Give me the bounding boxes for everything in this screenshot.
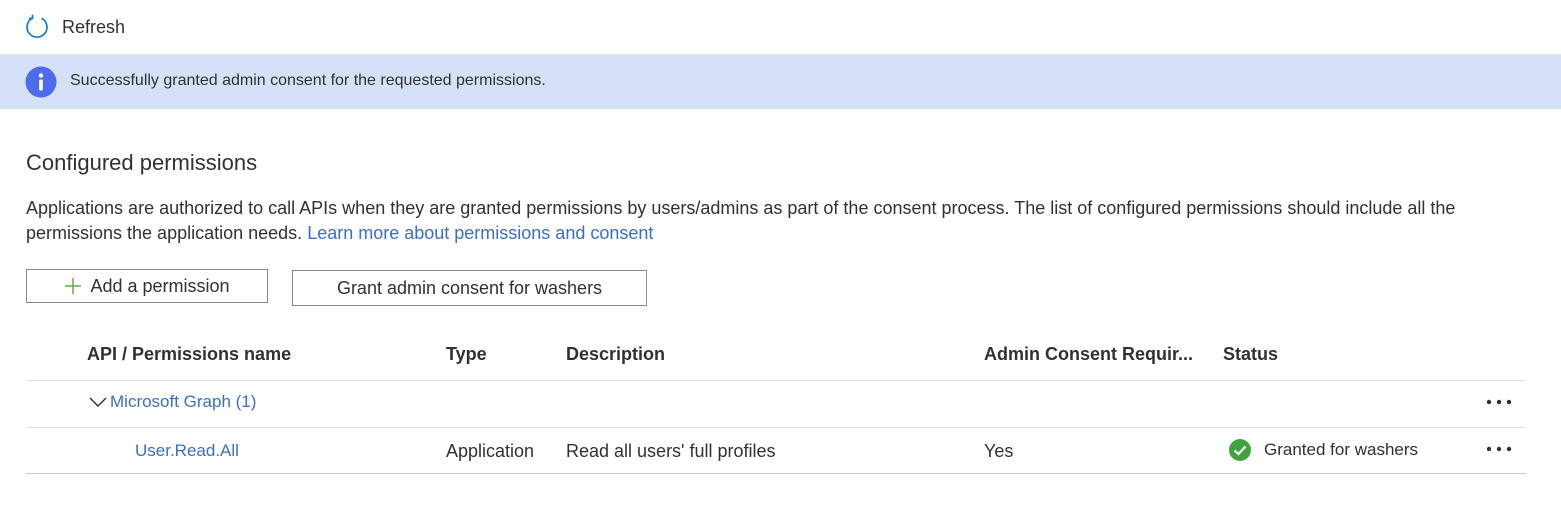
- refresh-label: Refresh: [62, 16, 126, 37]
- refresh-icon: [26, 14, 48, 38]
- column-header-description[interactable]: Description: [566, 344, 665, 365]
- permission-type: Application: [446, 441, 535, 461]
- permission-description: Read all users' full profiles: [566, 441, 776, 461]
- header-divider: [26, 380, 1526, 381]
- row-divider: [26, 427, 1526, 428]
- column-header-type[interactable]: Type: [446, 344, 487, 365]
- add-permission-button[interactable]: Add a permission: [26, 269, 268, 303]
- section-title: Configured permissions: [26, 150, 258, 175]
- group-label: Microsoft Graph (1): [110, 392, 257, 411]
- learn-more-link[interactable]: Learn more about permissions and consent: [307, 223, 653, 243]
- grant-admin-consent-button[interactable]: Grant admin consent for washers: [292, 270, 647, 306]
- banner-message: Successfully granted admin consent for t…: [70, 72, 546, 89]
- refresh-button[interactable]: Refresh: [24, 13, 125, 41]
- column-header-name[interactable]: API / Permissions name: [87, 344, 291, 365]
- admin-consent-required: Yes: [984, 441, 1014, 461]
- column-header-admin-consent[interactable]: Admin Consent Requir...: [984, 344, 1193, 365]
- description-text: Applications are authorized to call APIs…: [26, 198, 1456, 243]
- info-icon: [25, 66, 57, 98]
- status-badge: Granted for washers: [1228, 438, 1418, 462]
- column-header-status[interactable]: Status: [1223, 344, 1278, 365]
- section-description: Applications are authorized to call APIs…: [26, 196, 1526, 246]
- add-permission-label: Add a permission: [90, 275, 230, 296]
- more-options-icon[interactable]: [1484, 439, 1514, 459]
- chevron-down-icon: [89, 397, 107, 407]
- permission-name-link[interactable]: User.Read.All: [135, 441, 239, 461]
- table-bottom-divider: [26, 473, 1526, 474]
- status-text: Granted for washers: [1264, 440, 1419, 459]
- check-circle-icon: [1229, 439, 1251, 461]
- command-bar: Refresh: [0, 0, 1561, 55]
- group-row-microsoft-graph[interactable]: Microsoft Graph (1): [88, 392, 256, 412]
- grant-admin-consent-label: Grant admin consent for washers: [336, 277, 603, 298]
- plus-icon: [65, 278, 82, 294]
- more-options-icon[interactable]: [1484, 392, 1514, 412]
- info-banner: Successfully granted admin consent for t…: [0, 55, 1561, 109]
